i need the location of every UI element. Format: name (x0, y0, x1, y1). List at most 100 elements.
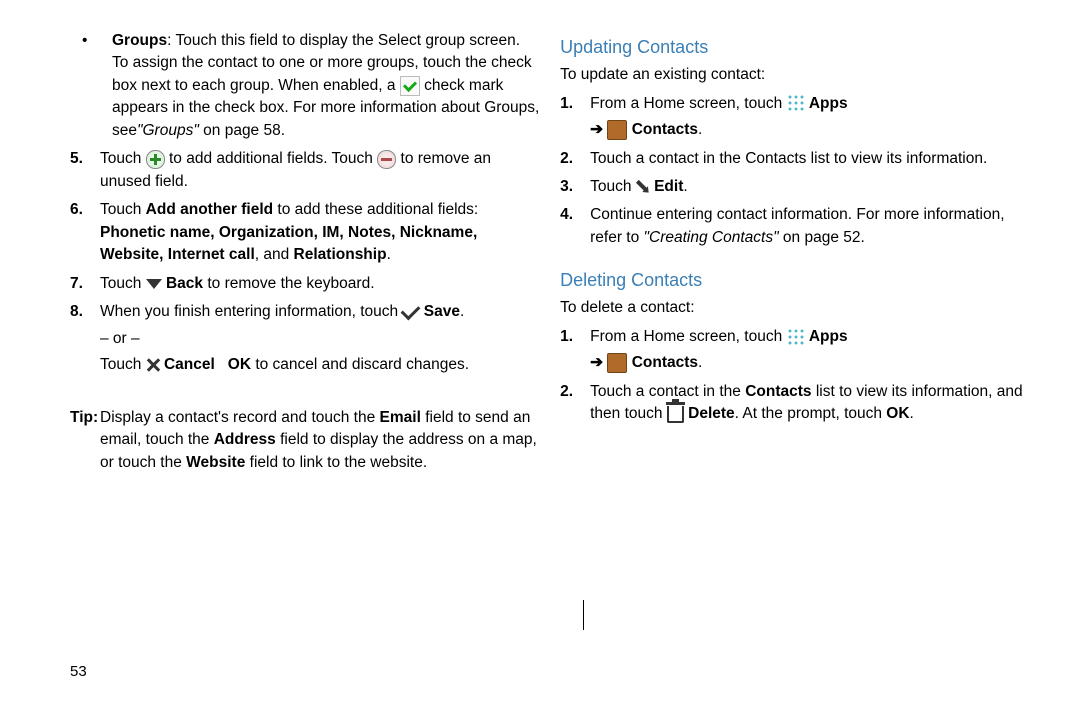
txt: to add these additional fields: (273, 201, 478, 218)
label-contacts: Contacts (632, 121, 698, 138)
del-step-1-line2: ➔ Contacts. (590, 352, 1040, 374)
upd-step-4: 4. Continue entering contact information… (560, 204, 1040, 249)
manual-page: • Groups: Touch this field to display th… (0, 0, 1080, 720)
bullet-groups: • Groups: Touch this field to display th… (70, 30, 540, 142)
ref-groups: "Groups" (137, 122, 199, 139)
label-save: Save (424, 303, 460, 320)
apps-icon (787, 94, 805, 112)
upd-step-2: 2. Touch a contact in the Contacts list … (560, 148, 1040, 170)
txt: Touch (100, 150, 146, 167)
contacts-icon (607, 353, 627, 373)
page-number: 53 (70, 663, 87, 680)
ref-creating-contacts: "Creating Contacts" (644, 229, 779, 246)
column-divider (583, 600, 584, 630)
label-back: Back (166, 275, 203, 292)
txt: . At the prompt, touch (735, 405, 887, 422)
txt: . (387, 246, 391, 263)
label-delete: Delete (688, 405, 735, 422)
txt: Touch (100, 201, 146, 218)
txt: , and (255, 246, 294, 263)
txt: on page 58. (199, 122, 285, 139)
tip-text: Display a contact's record and touch the… (100, 407, 540, 474)
upd-step-1-line2: ➔ Contacts. (590, 119, 1040, 141)
label-email: Email (380, 409, 421, 426)
contacts-icon (607, 120, 627, 140)
step-number: 1. (560, 326, 590, 375)
label-apps: Apps (809, 95, 848, 112)
txt: . (910, 405, 914, 422)
txt: . (698, 354, 702, 371)
label-ok: OK (886, 405, 909, 422)
upd-step-1-text: From a Home screen, touch Apps ➔ Contact… (590, 93, 1040, 142)
txt: . (460, 303, 464, 320)
txt: . (698, 121, 702, 138)
txt: Touch a contact in the (590, 383, 745, 400)
step-number: 2. (560, 148, 590, 170)
heading-deleting-contacts: Deleting Contacts (560, 267, 1040, 293)
or-line: – or – (100, 328, 540, 350)
label-add-another-field: Add another field (146, 201, 273, 218)
txt: Touch (100, 275, 146, 292)
txt: Touch (590, 178, 636, 195)
label-contacts-list: Contacts (745, 383, 811, 400)
right-column: Updating Contacts To update an existing … (540, 30, 1040, 474)
del-step-2: 2. Touch a contact in the Contacts list … (560, 381, 1040, 426)
del-step-2-text: Touch a contact in the Contacts list to … (590, 381, 1040, 426)
step-6-text: Touch Add another field to add these add… (100, 199, 540, 266)
step-number: 2. (560, 381, 590, 426)
deleting-intro: To delete a contact: (560, 297, 1040, 319)
label-contacts: Contacts (632, 354, 698, 371)
label-cancel: Cancel (164, 356, 215, 373)
txt: on page 52. (779, 229, 865, 246)
step-number: 4. (560, 204, 590, 249)
tip-label: Tip: (70, 407, 100, 474)
label-groups: Groups (112, 32, 167, 49)
txt: Display a contact's record and touch the (100, 409, 380, 426)
label-address: Address (214, 431, 276, 448)
label-ok: OK (228, 356, 251, 373)
txt: to remove the keyboard. (203, 275, 374, 292)
step-number: 6. (70, 199, 100, 266)
step-7-text: Touch Back to remove the keyboard. (100, 273, 540, 295)
step-5-text: Touch to add additional fields. Touch to… (100, 148, 540, 193)
label-relationship: Relationship (294, 246, 387, 263)
remove-icon (377, 150, 396, 169)
heading-updating-contacts: Updating Contacts (560, 34, 1040, 60)
bullet-groups-text: Groups: Touch this field to display the … (112, 30, 540, 142)
txt (215, 356, 219, 373)
upd-step-1: 1. From a Home screen, touch Apps ➔ Cont… (560, 93, 1040, 142)
step-number: 3. (560, 176, 590, 198)
upd-step-3: 3. Touch Edit. (560, 176, 1040, 198)
label-website: Website (186, 454, 245, 471)
chevron-down-icon (146, 279, 162, 289)
txt: to add additional fields. Touch (165, 150, 378, 167)
step-8-text: When you finish entering information, to… (100, 301, 540, 376)
label-apps: Apps (809, 328, 848, 345)
txt: to cancel and discard changes. (251, 356, 469, 373)
trash-icon (667, 406, 684, 423)
txt: From a Home screen, touch (590, 95, 786, 112)
txt: When you finish entering information, to… (100, 303, 402, 320)
tip-block: Tip: Display a contact's record and touc… (70, 407, 540, 474)
add-icon (146, 150, 165, 169)
left-column: • Groups: Touch this field to display th… (70, 30, 540, 474)
two-column-layout: • Groups: Touch this field to display th… (70, 30, 1040, 474)
txt: From a Home screen, touch (590, 328, 786, 345)
checkmark-icon (400, 76, 420, 96)
check-icon (401, 300, 421, 320)
label-edit: Edit (654, 178, 683, 195)
del-step-1-text: From a Home screen, touch Apps ➔ Contact… (590, 326, 1040, 375)
txt: . (683, 178, 687, 195)
updating-intro: To update an existing contact: (560, 64, 1040, 86)
step-5: 5. Touch to add additional fields. Touch… (70, 148, 540, 193)
apps-icon (787, 328, 805, 346)
upd-step-3-text: Touch Edit. (590, 176, 1040, 198)
upd-step-2-text: Touch a contact in the Contacts list to … (590, 148, 1040, 170)
txt: Touch (100, 356, 146, 373)
step-7: 7. Touch Back to remove the keyboard. (70, 273, 540, 295)
x-icon (146, 358, 160, 372)
step-number: 5. (70, 148, 100, 193)
step-number: 8. (70, 301, 100, 376)
upd-step-4-text: Continue entering contact information. F… (590, 204, 1040, 249)
del-step-1: 1. From a Home screen, touch Apps ➔ Cont… (560, 326, 1040, 375)
